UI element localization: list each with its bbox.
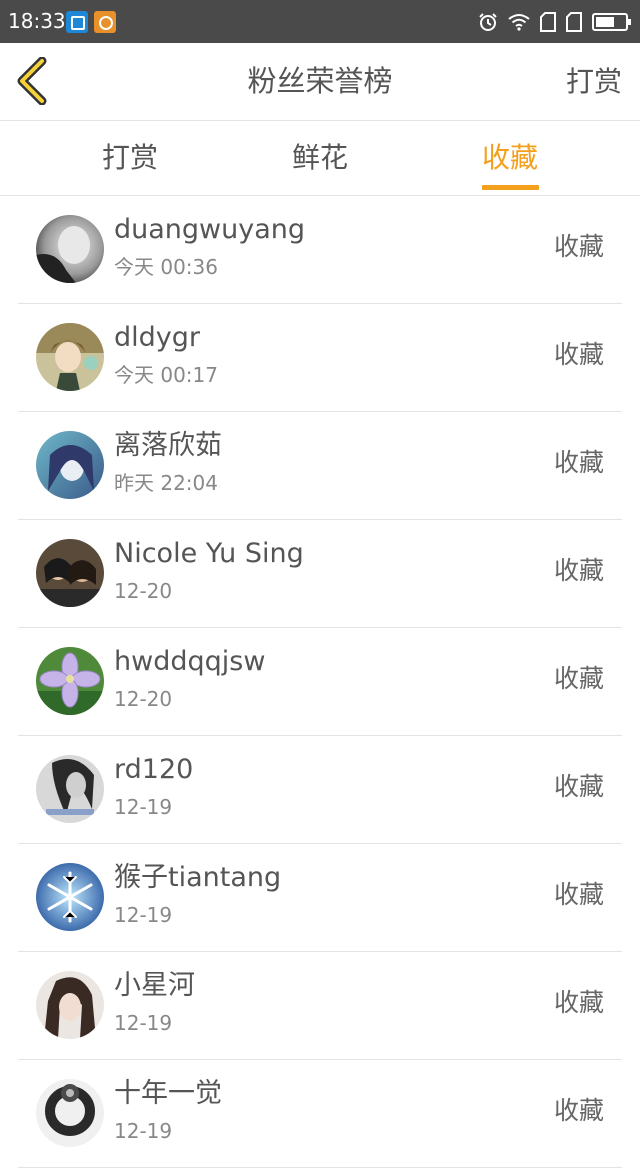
status-time: 18:33	[8, 9, 66, 33]
list-item[interactable]: duangwuyang 今天 00:36 收藏	[0, 196, 640, 304]
user-name: 离落欣茹	[114, 430, 222, 461]
action-label: 收藏	[553, 988, 604, 1017]
app-header: 粉丝荣誉榜 打赏	[0, 43, 640, 121]
timestamp: 12-19	[114, 1119, 173, 1143]
tab-flowers[interactable]: 鲜花	[280, 121, 360, 195]
list-item[interactable]: Nicole Yu Sing 12-20 收藏	[0, 520, 640, 628]
action-label: 收藏	[553, 880, 604, 909]
user-name: duangwuyang	[114, 214, 306, 245]
fan-list: duangwuyang 今天 00:36 收藏 dldygr 今天 00:17 …	[0, 196, 640, 1168]
avatar	[36, 1079, 104, 1147]
list-item[interactable]: dldygr 今天 00:17 收藏	[0, 304, 640, 412]
reward-button[interactable]: 打赏	[566, 43, 622, 120]
timestamp: 昨天 22:04	[114, 471, 218, 495]
user-name: dldygr	[114, 322, 200, 353]
user-name: Nicole Yu Sing	[114, 538, 304, 569]
avatar	[36, 755, 104, 823]
action-label: 收藏	[553, 1096, 604, 1125]
timestamp: 12-20	[114, 579, 173, 603]
active-tab-indicator	[482, 185, 539, 190]
avatar	[36, 215, 104, 283]
user-name: 猴子tiantang	[114, 862, 282, 893]
screenshot-app-icon	[66, 11, 88, 33]
avatar	[36, 539, 104, 607]
sim1-signal-icon	[540, 12, 556, 32]
avatar	[36, 323, 104, 391]
list-item[interactable]: 小星河 12-19 收藏	[0, 952, 640, 1060]
alarm-icon	[479, 13, 497, 31]
list-item[interactable]: 十年一觉 12-19 收藏	[0, 1060, 640, 1168]
timestamp: 12-19	[114, 1011, 173, 1035]
timestamp: 12-20	[114, 687, 173, 711]
sim2-signal-icon	[566, 12, 582, 32]
wifi-icon	[508, 14, 530, 31]
page-title: 粉丝荣誉榜	[247, 64, 393, 98]
timestamp: 12-19	[114, 903, 173, 927]
action-label: 收藏	[553, 340, 604, 369]
user-name: hwddqqjsw	[114, 646, 266, 677]
action-label: 收藏	[553, 772, 604, 801]
status-bar: 18:33	[0, 0, 640, 43]
avatar	[36, 863, 104, 931]
avatar	[36, 431, 104, 499]
action-label: 收藏	[553, 556, 604, 585]
timestamp: 12-19	[114, 795, 173, 819]
battery-icon	[592, 13, 631, 31]
action-label: 收藏	[553, 664, 604, 693]
tab-favorites[interactable]: 收藏	[470, 121, 550, 195]
action-label: 收藏	[553, 232, 604, 261]
avatar	[36, 971, 104, 1039]
avatar	[36, 647, 104, 715]
tab-reward[interactable]: 打赏	[90, 121, 170, 195]
timestamp: 今天 00:36	[114, 255, 218, 279]
user-name: rd120	[114, 754, 194, 785]
user-name: 十年一觉	[114, 1078, 222, 1109]
notification-app-icon	[94, 11, 116, 33]
timestamp: 今天 00:17	[114, 363, 218, 387]
list-item[interactable]: rd120 12-19 收藏	[0, 736, 640, 844]
list-item[interactable]: 离落欣茹 昨天 22:04 收藏	[0, 412, 640, 520]
list-item[interactable]: hwddqqjsw 12-20 收藏	[0, 628, 640, 736]
tab-bar: 打赏 鲜花 收藏	[0, 121, 640, 196]
action-label: 收藏	[553, 448, 604, 477]
list-item[interactable]: 猴子tiantang 12-19 收藏	[0, 844, 640, 952]
user-name: 小星河	[114, 970, 195, 1001]
